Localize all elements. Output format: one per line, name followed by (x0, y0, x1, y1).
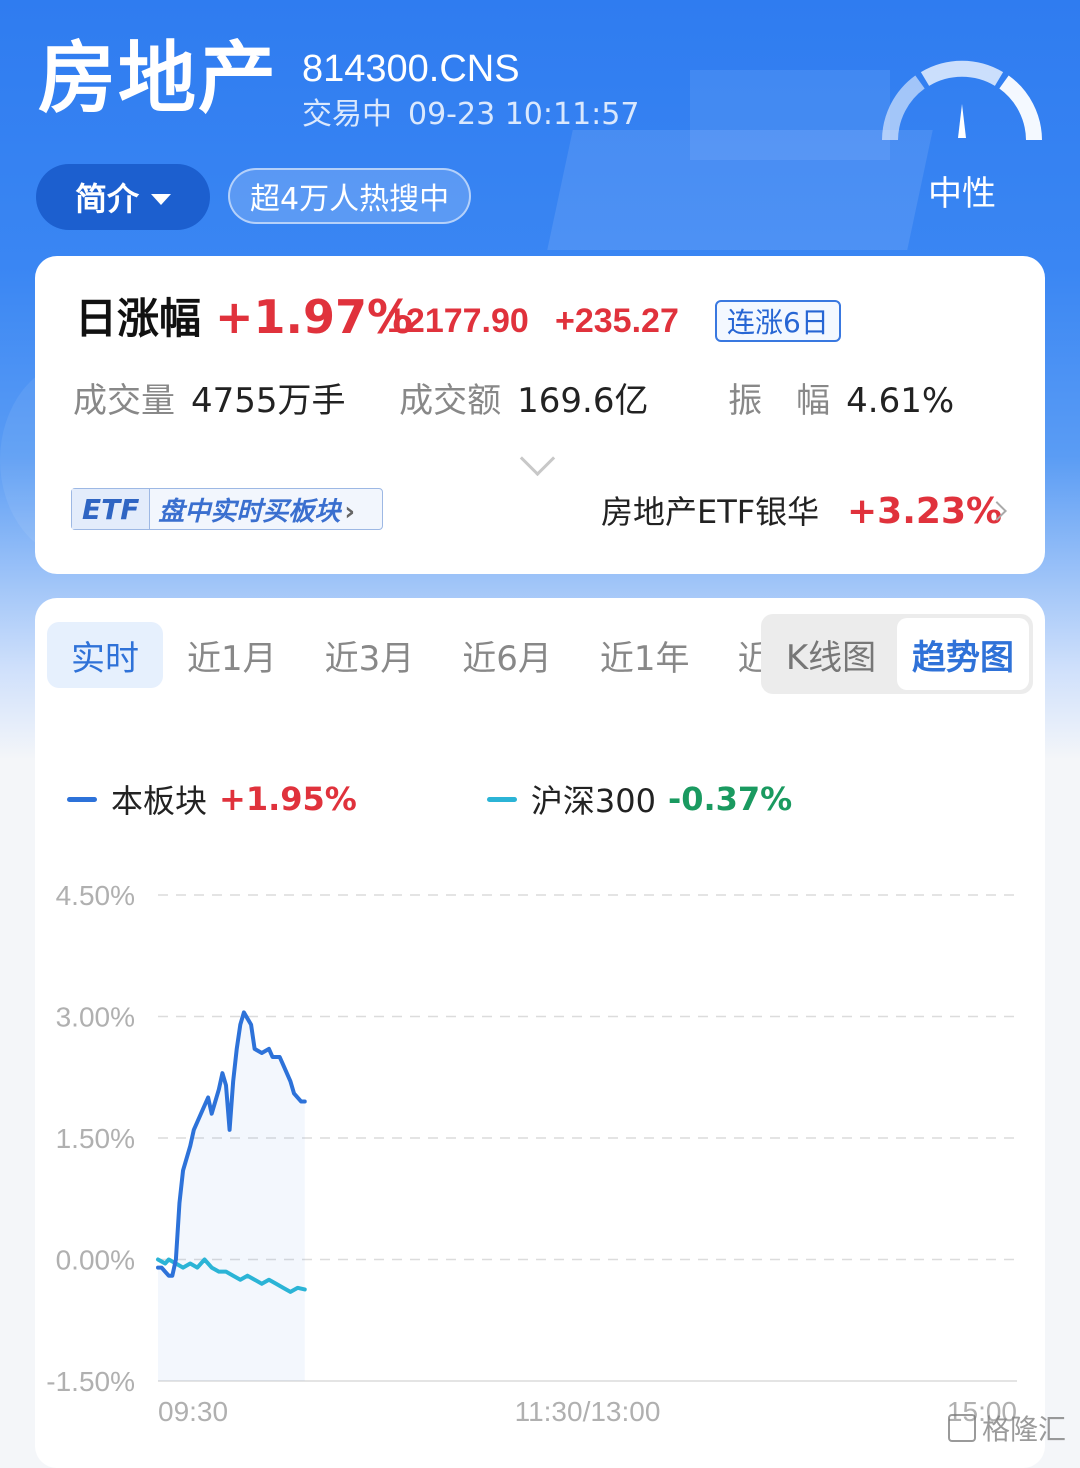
trend-toggle[interactable]: 趋势图 (897, 618, 1029, 690)
index-price: 12177.90 (387, 302, 529, 340)
volume-label: 成交量 (73, 381, 175, 421)
turnover-label: 成交额 (399, 381, 502, 421)
legend-item-hs300: 沪深300 -0.37% (486, 776, 793, 822)
period-tabs: 实时 近1月 近3月 近6月 近1年 近3年 (47, 622, 851, 688)
kline-toggle[interactable]: K线图 (765, 618, 897, 690)
stats-row: 成交量 4755万手 成交额 169.6亿 振 幅 4.61% (73, 384, 954, 418)
etf-buy-button[interactable]: ETF 盘中实时买板块 › (71, 488, 383, 530)
sentiment-label: 中性 (928, 174, 996, 214)
trade-datetime: 09-23 10:11:57 (408, 97, 640, 132)
legend-swatch (486, 796, 517, 802)
y-tick-label: 3.00% (56, 1002, 135, 1033)
brand-logo-icon (948, 1414, 976, 1442)
daily-rise-pct: +1.97% (215, 290, 414, 344)
y-tick-label: -1.50% (46, 1366, 135, 1397)
y-tick-label: 4.50% (56, 880, 135, 911)
trend-chart[interactable]: 4.50% 3.00% 1.50% 0.00% -1.50% 09:30 11:30/13:… (35, 853, 1045, 1443)
sentiment-gauge-icon[interactable] (872, 52, 1052, 162)
chevron-right-icon: › (344, 496, 356, 527)
daily-rise-label: 日涨幅 (75, 294, 202, 343)
turnover-value: 169.6亿 (517, 381, 649, 421)
chart-card: 实时 近1月 近3月 近6月 近1年 近3年 K线图 趋势图 本板块 +1.95… (35, 598, 1045, 1468)
etf-tag: ETF (72, 489, 151, 529)
intro-dropdown-button[interactable]: 简介 (36, 164, 210, 230)
y-tick-label: 1.50% (56, 1123, 135, 1154)
tab-6month[interactable]: 近6月 (438, 622, 576, 688)
x-tick-label: 09:30 (158, 1396, 228, 1427)
legend-value: +1.95% (219, 780, 357, 818)
x-tick-label: 11:30/13:00 (515, 1396, 661, 1427)
trade-status: 交易中 09-23 10:11:57 (302, 100, 639, 130)
sector-title: 房地产 (38, 34, 279, 124)
tab-1year[interactable]: 近1年 (576, 622, 714, 688)
sector-code: 814300.CNS (302, 48, 520, 90)
etf-pct: +3.23% (847, 491, 1003, 532)
intro-label: 简介 (74, 180, 139, 218)
y-tick-label: 0.00% (56, 1245, 135, 1276)
watermark-text: 格隆汇 (982, 1413, 1067, 1446)
legend-swatch (67, 796, 97, 802)
streak-badge: 连涨6日 (715, 300, 841, 342)
tab-1month[interactable]: 近1月 (163, 622, 301, 688)
amplitude-value: 4.61% (846, 381, 955, 421)
building-decoration (690, 70, 890, 160)
tab-3month[interactable]: 近3月 (301, 622, 439, 688)
hot-search-text: 超4万人热搜中 (250, 182, 450, 217)
expand-chevron-icon[interactable] (519, 440, 556, 477)
etf-text-label: 盘中实时买板块 (158, 496, 341, 527)
legend-name: 本板块 (111, 782, 208, 820)
chart-legend: 本板块 +1.95% 沪深300 -0.37% (67, 776, 922, 822)
hot-search-badge[interactable]: 超4万人热搜中 (228, 168, 472, 224)
watermark: 格隆汇 (948, 1408, 1066, 1448)
etf-text: 盘中实时买板块 › (150, 491, 355, 528)
streak-text: 连涨6日 (727, 306, 829, 339)
legend-name: 沪深300 (530, 782, 656, 820)
etf-name[interactable]: 房地产ETF银华 (601, 496, 819, 528)
legend-item-sector: 本板块 +1.95% (67, 776, 357, 822)
amplitude-label: 振 幅 (728, 381, 831, 421)
volume-value: 4755万手 (191, 381, 346, 421)
chart-type-toggle: K线图 趋势图 (761, 614, 1033, 694)
caret-down-icon (151, 193, 171, 205)
legend-value: -0.37% (667, 780, 793, 818)
index-change: +235.27 (555, 302, 679, 340)
trade-status-text: 交易中 (302, 97, 392, 132)
summary-card: 日涨幅 +1.97% 12177.90 +235.27 连涨6日 成交量 4755… (35, 256, 1045, 574)
tab-realtime[interactable]: 实时 (47, 622, 163, 688)
